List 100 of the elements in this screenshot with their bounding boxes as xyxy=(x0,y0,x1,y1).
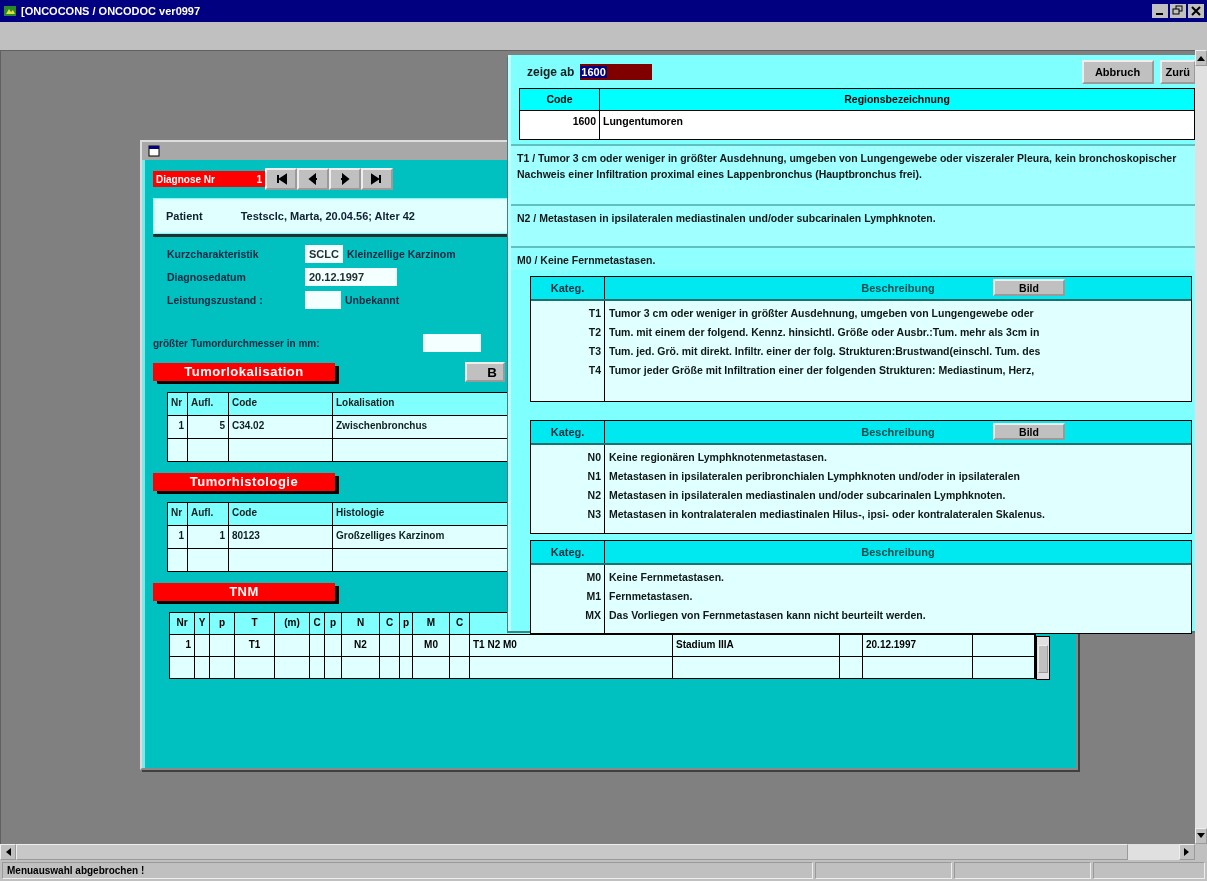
column-header: Nr xyxy=(170,613,195,634)
category-description[interactable]: Metastasen in ipsilateralen peribronchialen Lymphknoten und/oder in ipsilateralen xyxy=(609,467,1020,486)
image-button[interactable]: Bild xyxy=(993,423,1065,440)
nav-button[interactable] xyxy=(265,168,297,190)
column-header: C xyxy=(380,613,400,634)
status-message: Menuauswahl abgebrochen ! xyxy=(2,862,813,879)
left-arrow-icon xyxy=(5,848,11,856)
table-cell: 1600 xyxy=(520,111,600,139)
input-field[interactable]: 20.12.1997 xyxy=(305,268,397,286)
category-description[interactable]: Metastasen in ipsilateralen mediastinalen und/oder subcarinalen Lymphknoten. xyxy=(609,486,1006,505)
scroll-left-button[interactable] xyxy=(0,844,16,860)
window-icon xyxy=(148,145,160,157)
field-label: Leistungszustand : xyxy=(167,294,264,306)
category-description[interactable]: Das Vorliegen von Fernmetastasen kann nicht beurteilt werden. xyxy=(609,606,926,625)
category-description[interactable]: Metastasen in kontralateralen mediastinalen Hilus-, ipsi- oder kontralateralen Skalenus. xyxy=(609,505,1045,524)
column-header: Kateg. xyxy=(531,541,605,563)
category-code[interactable]: N1 xyxy=(587,467,601,486)
column-header: Aufl. xyxy=(188,503,229,525)
up-arrow-icon xyxy=(1197,55,1205,61)
table-cell: 1 xyxy=(168,526,188,548)
down-arrow-icon xyxy=(1197,833,1205,839)
category-code[interactable]: T1 xyxy=(588,304,601,323)
table-cell: 1 xyxy=(170,635,195,656)
selection-text: T1 / Tumor 3 cm oder weniger in größter Ausdehnung, umgeben von Lungengewebe oder viszeraler Pleura, kein bronchoskopischer Nachweis einer Infiltration proximal eines Lappenbronchus (Hauptbronchus frei). xyxy=(517,152,1177,180)
input-field[interactable] xyxy=(305,291,341,309)
column-header: Kateg. xyxy=(531,421,605,443)
column-header: Beschreibung xyxy=(861,282,935,294)
category-description[interactable]: Tum. mit einem der folgend. Kennz. hinsichtl. Größe oder Ausbr.:Tum. mehr als 3cm in xyxy=(609,323,1040,342)
diagnose-label: Diagnose Nr 1 xyxy=(153,171,265,187)
scrollbar[interactable] xyxy=(1036,636,1050,680)
minimize-icon[interactable] xyxy=(1152,4,1168,18)
category-code[interactable]: MX xyxy=(585,606,601,625)
table-cell: N2 xyxy=(342,635,380,656)
column-header: Code xyxy=(229,503,333,525)
category-description[interactable]: Tumor 3 cm oder weniger in größter Ausdehnung, umgeben von Lungengewebe oder xyxy=(609,304,1034,323)
arrow-icon xyxy=(307,173,319,185)
column-header: Beschreibung xyxy=(861,546,935,558)
input-field[interactable] xyxy=(423,334,481,352)
category-code[interactable]: T2 xyxy=(588,323,601,342)
vertical-scrollbar[interactable] xyxy=(1195,50,1207,844)
column-header: Aufl. xyxy=(188,393,229,415)
column-header: p xyxy=(400,613,413,634)
column-header: Nr xyxy=(168,393,188,415)
category-code[interactable]: N3 xyxy=(587,505,601,524)
scroll-right-button[interactable] xyxy=(1179,844,1195,860)
right-arrow-icon xyxy=(1184,848,1190,856)
field-label: zeige ab xyxy=(527,64,575,79)
column-header: p xyxy=(325,613,342,634)
table-cell: 5 xyxy=(188,416,229,438)
column-header: Code xyxy=(229,393,333,415)
table-cell: Stadium IIIA xyxy=(673,635,840,656)
category-description[interactable]: Keine Fernmetastasen. xyxy=(609,568,724,587)
selection-text: M0 / Keine Fernmetastasen. xyxy=(517,254,656,266)
arrow-icon xyxy=(339,173,351,185)
table-cell: M0 xyxy=(413,635,450,656)
table-cell: T1 N2 M0 xyxy=(470,635,673,656)
small-button[interactable]: B xyxy=(465,362,505,382)
table-cell: C34.02 xyxy=(229,416,333,438)
column-header: M xyxy=(413,613,450,634)
category-description[interactable]: Tum. jed. Grö. mit direkt. Infiltr. einer der folg. Strukturen:Brustwand(einschl. Tum. des xyxy=(609,342,1041,361)
category-code[interactable]: N0 xyxy=(587,448,601,467)
skip-arrow-icon xyxy=(371,173,383,185)
field-description: Unbekannt xyxy=(345,294,400,306)
column-header: Nr xyxy=(168,503,188,525)
category-description[interactable]: Tumor jeder Größe mit Infiltration einer der folgenden Strukturen: Mediastinum, Herz, xyxy=(609,361,1035,380)
category-description[interactable]: Keine regionären Lymphknotenmetastasen. xyxy=(609,448,827,467)
patient-label: Patient xyxy=(166,210,203,222)
column-header: (m) xyxy=(275,613,310,634)
app-icon xyxy=(3,4,17,18)
dialog-button[interactable]: Zurü xyxy=(1159,59,1195,84)
field-label: Kurzcharakteristik xyxy=(167,248,260,260)
nav-button[interactable] xyxy=(329,168,361,190)
category-code[interactable]: M1 xyxy=(586,587,601,606)
column-header: Kateg. xyxy=(531,277,605,299)
category-code[interactable]: T4 xyxy=(588,361,601,380)
skip-arrow-icon xyxy=(275,173,287,185)
field-description: Kleinzellige Karzinom xyxy=(346,248,456,260)
table-cell: 1 xyxy=(188,526,229,548)
nav-button[interactable] xyxy=(361,168,393,190)
category-code[interactable]: M0 xyxy=(586,568,601,587)
column-header: Y xyxy=(195,613,210,634)
input-field[interactable]: SCLC xyxy=(305,245,343,263)
image-button[interactable]: Bild xyxy=(993,279,1065,296)
category-description[interactable]: Fernmetastasen. xyxy=(609,587,693,606)
input-field[interactable]: 1600 xyxy=(580,63,653,80)
column-header: C xyxy=(310,613,325,634)
column-header: p xyxy=(210,613,235,634)
column-header: Beschreibung xyxy=(861,426,935,438)
column-header: N xyxy=(342,613,380,634)
dialog-button[interactable]: Abbruch xyxy=(1081,59,1154,84)
close-icon[interactable] xyxy=(1188,4,1204,18)
category-code[interactable]: T3 xyxy=(588,342,601,361)
nav-button[interactable] xyxy=(297,168,329,190)
selection-text: N2 / Metastasen in ipsilateralen mediastinalen und/oder subcarinalen Lymphknoten. xyxy=(517,212,936,224)
category-code[interactable]: N2 xyxy=(587,486,601,505)
column-header: T xyxy=(235,613,275,634)
restore-icon[interactable] xyxy=(1170,4,1186,18)
window-title: [ONCOCONS / ONCODOC ver0997 xyxy=(21,5,201,17)
field-label: Diagnosedatum xyxy=(167,271,247,283)
table-cell: 1 xyxy=(168,416,188,438)
